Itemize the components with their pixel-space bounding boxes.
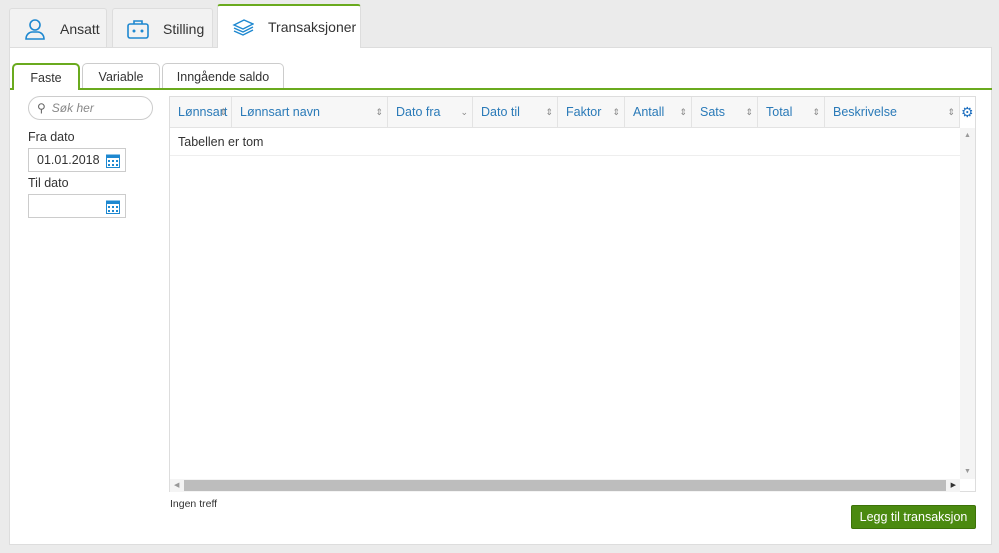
column-label: Dato til <box>481 105 520 119</box>
horizontal-scrollbar[interactable]: ◀ ▶ <box>170 479 960 492</box>
sort-icon: ⇕ <box>375 106 383 117</box>
sort-icon: ⇕ <box>219 106 227 117</box>
subtab-label: Inngående saldo <box>176 69 270 84</box>
gear-icon[interactable]: ⚙ <box>961 104 974 121</box>
subtab-label: Faste <box>30 70 62 85</box>
fra-dato-label: Fra dato <box>28 130 75 144</box>
column-label: Faktor <box>566 105 602 119</box>
fra-dato-value: 01.01.2018 <box>37 153 100 167</box>
subtab-inngaende-saldo[interactable]: Inngående saldo <box>162 63 284 89</box>
sort-icon: ⇕ <box>812 106 820 117</box>
column-antall[interactable]: Antall ⇕ <box>625 97 692 127</box>
tab-transaksjoner[interactable]: Transaksjoner <box>217 4 361 48</box>
scroll-right-icon[interactable]: ▶ <box>951 481 956 489</box>
scrollbar-thumb[interactable] <box>184 480 946 491</box>
column-label: Beskrivelse <box>833 105 897 119</box>
column-beskrivelse[interactable]: Beskrivelse ⇕ <box>825 97 960 127</box>
column-faktor[interactable]: Faktor ⇕ <box>558 97 625 127</box>
tab-label: Transaksjoner <box>268 19 357 35</box>
column-label: Antall <box>633 105 665 119</box>
empty-message: Tabellen er tom <box>170 128 960 156</box>
column-dato-til[interactable]: Dato til ⇕ <box>473 97 558 127</box>
sort-icon: ⇕ <box>612 106 620 117</box>
result-count: Ingen treff <box>170 498 218 510</box>
briefcase-icon <box>127 18 149 40</box>
scroll-down-icon[interactable]: ▼ <box>964 468 971 475</box>
subtab-variable[interactable]: Variable <box>82 63 160 89</box>
scroll-left-icon[interactable]: ◀ <box>174 481 179 489</box>
table-header: Lønnsart ⇕ Lønnsart navn ⇕ Dato fra ⌄ Dato … <box>170 97 960 128</box>
column-lonnsart-navn[interactable]: Lønnsart navn ⇕ <box>232 97 388 127</box>
tab-ansatt[interactable]: Ansatt <box>9 8 107 48</box>
column-dato-fra[interactable]: Dato fra ⌄ <box>388 97 473 127</box>
column-label: Total <box>766 105 793 119</box>
column-sats[interactable]: Sats ⇕ <box>692 97 758 127</box>
column-label: Dato fra <box>396 105 441 119</box>
calendar-icon[interactable] <box>106 153 120 171</box>
sort-icon: ⇕ <box>679 106 687 117</box>
search-input[interactable]: ⚲ Søk her <box>28 96 153 120</box>
money-stack-icon <box>232 16 254 38</box>
tab-label: Ansatt <box>60 20 100 37</box>
sort-icon: ⇕ <box>745 106 753 117</box>
column-label: Lønnsart navn <box>240 105 320 119</box>
subtab-faste[interactable]: Faste <box>12 63 80 90</box>
subtab-label: Variable <box>98 69 144 84</box>
column-label: Sats <box>700 105 726 119</box>
column-total[interactable]: Total ⇕ <box>758 97 825 127</box>
calendar-icon[interactable] <box>106 199 120 217</box>
tab-stilling[interactable]: Stilling <box>112 8 213 48</box>
scroll-up-icon[interactable]: ▲ <box>964 132 971 139</box>
add-transaction-button[interactable]: Legg til transaksjon <box>851 505 976 529</box>
column-lonnsart[interactable]: Lønnsart ⇕ <box>170 97 232 127</box>
vertical-scrollbar[interactable]: ▲ ▼ <box>960 128 975 479</box>
sort-icon: ⇕ <box>545 106 553 117</box>
transactions-table: Lønnsart ⇕ Lønnsart navn ⇕ Dato fra ⌄ Dato … <box>169 96 976 492</box>
sort-desc-icon: ⌄ <box>460 106 468 117</box>
search-icon: ⚲ <box>37 101 46 115</box>
sort-icon: ⇕ <box>947 106 955 117</box>
til-dato-label: Til dato <box>28 176 69 190</box>
search-placeholder: Søk her <box>51 101 94 115</box>
subtab-divider <box>10 88 992 90</box>
fra-dato-input[interactable]: 01.01.2018 <box>28 148 126 172</box>
til-dato-input[interactable] <box>28 194 126 218</box>
tab-label: Stilling <box>163 20 205 37</box>
user-icon <box>24 18 46 40</box>
